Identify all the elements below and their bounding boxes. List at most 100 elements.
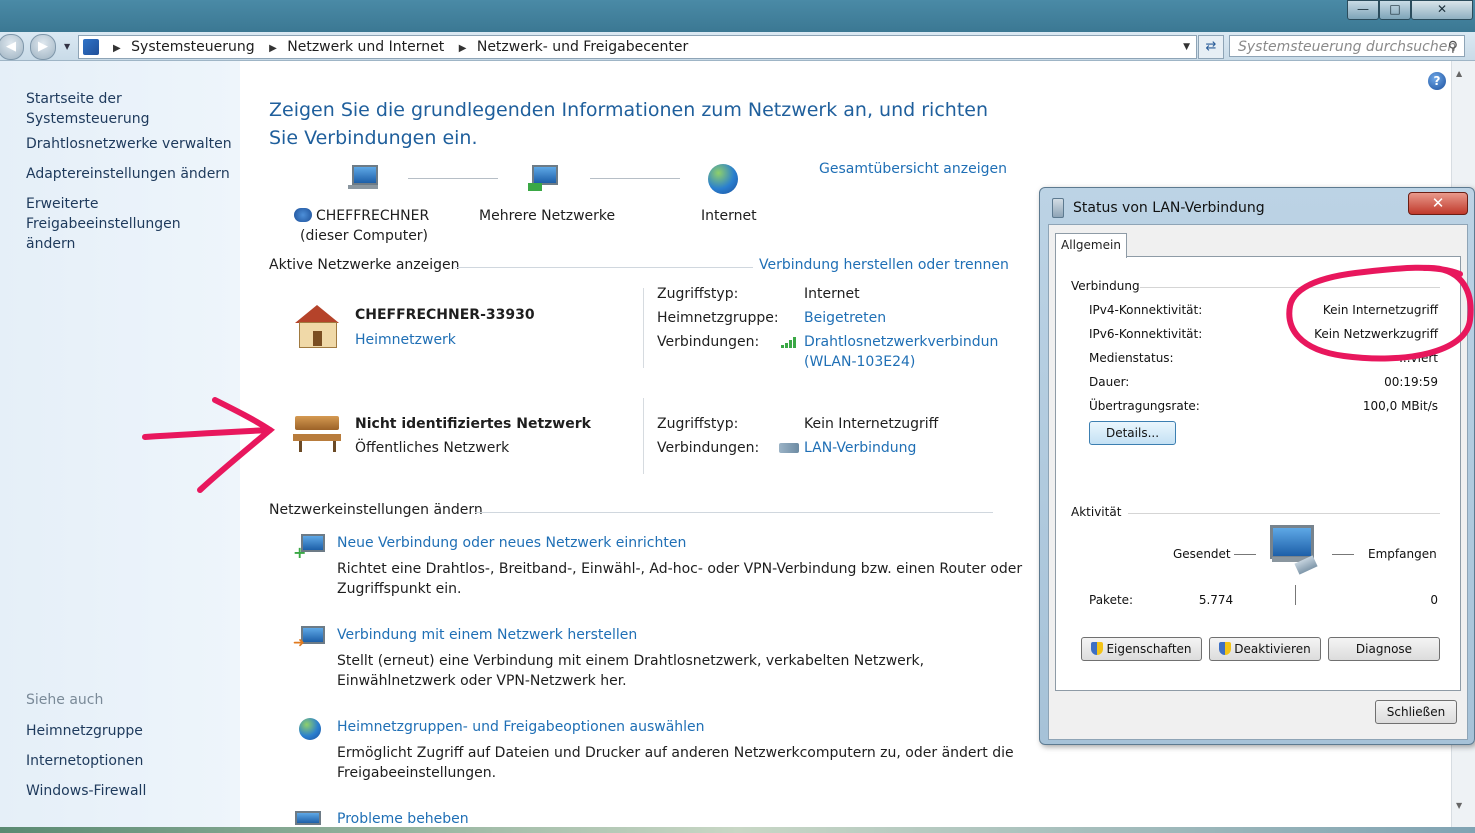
scroll-up-icon[interactable]: ▲ bbox=[1456, 69, 1462, 78]
breadcrumb-netzwerk-internet[interactable]: Netzwerk und Internet bbox=[287, 39, 444, 55]
active-networks-title: Aktive Netzwerke anzeigen bbox=[269, 257, 460, 273]
network1-type-link[interactable]: Heimnetzwerk bbox=[355, 332, 456, 348]
group-divider bbox=[1128, 513, 1440, 514]
task-new-connection-desc: Richtet eine Drahtlos-, Breitband-, Einw… bbox=[337, 561, 1023, 577]
task-homegroup-link[interactable]: Heimnetzgruppen- und Freigabeoptionen au… bbox=[337, 719, 705, 735]
wlan-connection-link[interactable]: Drahtlosnetzwerkverbindun bbox=[804, 334, 998, 350]
new-connection-icon: + bbox=[293, 532, 325, 561]
dialog-close-button[interactable]: ✕ bbox=[1408, 192, 1468, 215]
sidebar-item-startseite[interactable]: Startseite der Systemsteuerung bbox=[26, 89, 240, 129]
network1-access-label: Zugriffstyp: bbox=[657, 286, 739, 302]
breadcrumb-systemsteuerung[interactable]: Systemsteuerung bbox=[131, 39, 254, 55]
forward-arrow-icon: ▶ bbox=[38, 39, 48, 54]
properties-button[interactable]: Eigenschaften bbox=[1081, 637, 1202, 661]
refresh-button[interactable]: ⇄ bbox=[1198, 35, 1224, 59]
breadcrumb-freigabecenter[interactable]: Netzwerk- und Freigabecenter bbox=[477, 39, 688, 55]
annotation-circle-path bbox=[1286, 264, 1474, 362]
address-bar[interactable]: ▶ Systemsteuerung ▶ Netzwerk und Interne… bbox=[78, 35, 1197, 59]
task-troubleshoot-link[interactable]: Probleme beheben bbox=[337, 811, 469, 827]
diagnose-button[interactable]: Diagnose bbox=[1328, 637, 1440, 661]
maximize-icon: □ bbox=[1389, 2, 1401, 16]
network2-access-label: Zugriffstyp: bbox=[657, 416, 739, 432]
sidebar-item-freigabeeinstellungen[interactable]: Erweiterte Freigabeeinstellungen ändern bbox=[26, 194, 231, 254]
shield-icon bbox=[1219, 642, 1232, 655]
taskbar-edge bbox=[0, 827, 1475, 833]
network2-connections-label: Verbindungen: bbox=[657, 440, 760, 456]
history-dropdown-icon[interactable]: ▼ bbox=[64, 42, 70, 51]
multiple-networks-icon bbox=[528, 165, 560, 191]
window-titlebar: — □ ✕ bbox=[0, 0, 1475, 32]
vertical-divider bbox=[643, 288, 644, 368]
packets-divider bbox=[1295, 585, 1296, 605]
activity-group-title: Aktivität bbox=[1071, 505, 1122, 519]
dialog-title: Status von LAN-Verbindung bbox=[1073, 200, 1265, 216]
help-icon[interactable]: ? bbox=[1428, 72, 1446, 90]
map-connector bbox=[408, 178, 498, 179]
task-connect-network-link[interactable]: Verbindung mit einem Netzwerk herstellen bbox=[337, 627, 637, 643]
map-connector bbox=[590, 178, 680, 179]
search-input[interactable]: Systemsteuerung durchsuchen ⚲ bbox=[1229, 35, 1465, 57]
task-new-connection-link[interactable]: Neue Verbindung oder neues Netzwerk einr… bbox=[337, 535, 686, 551]
address-dropdown-icon[interactable]: ▼ bbox=[1183, 36, 1190, 58]
network1-homegroup-label: Heimnetzgruppe: bbox=[657, 310, 779, 326]
section-divider bbox=[475, 512, 993, 513]
map-computer-label[interactable]: CHEFFRECHNER bbox=[294, 208, 429, 224]
sidebar-item-internetoptionen[interactable]: Internetoptionen bbox=[26, 751, 143, 771]
scroll-down-icon[interactable]: ▼ bbox=[1456, 801, 1462, 810]
sidebar-item-adaptereinstellungen[interactable]: Adaptereinstellungen ändern bbox=[26, 164, 230, 184]
media-status-label: Medienstatus: bbox=[1089, 351, 1174, 365]
map-internet-label[interactable]: Internet bbox=[701, 208, 757, 224]
breadcrumb-separator-icon: ▶ bbox=[458, 43, 467, 54]
properties-button-label: Eigenschaften bbox=[1106, 642, 1192, 656]
forward-button[interactable]: ▶ bbox=[30, 34, 56, 60]
vertical-divider bbox=[643, 398, 644, 474]
disable-button[interactable]: Deaktivieren bbox=[1209, 637, 1321, 661]
homegroup-options-icon bbox=[293, 716, 323, 744]
transfer-rate-label: Übertragungsrate: bbox=[1089, 399, 1200, 413]
annotation-arrow-head bbox=[197, 397, 275, 493]
home-network-icon[interactable] bbox=[293, 305, 341, 349]
connect-disconnect-link[interactable]: Verbindung herstellen oder trennen bbox=[759, 257, 1009, 273]
network-activity-icon bbox=[1270, 523, 1318, 577]
received-line bbox=[1332, 554, 1354, 555]
sidebar-item-drahtlosnetzwerke[interactable]: Drahtlosnetzwerke verwalten bbox=[26, 134, 232, 154]
minimize-button[interactable]: — bbox=[1347, 0, 1379, 20]
map-middle-label[interactable]: Mehrere Netzwerke bbox=[479, 208, 615, 224]
details-button[interactable]: Details... bbox=[1089, 421, 1176, 445]
breadcrumb-separator-icon: ▶ bbox=[113, 43, 121, 54]
breadcrumb-separator-icon: ▶ bbox=[269, 43, 277, 54]
search-placeholder: Systemsteuerung durchsuchen bbox=[1238, 39, 1457, 55]
section-divider bbox=[455, 267, 753, 268]
minimize-icon: — bbox=[1357, 2, 1369, 16]
ipv4-label: IPv4-Konnektivität: bbox=[1089, 303, 1203, 317]
network1-access-value: Internet bbox=[804, 286, 860, 302]
sent-line bbox=[1234, 554, 1256, 555]
tab-allgemein[interactable]: Allgemein bbox=[1055, 233, 1127, 258]
refresh-icon: ⇄ bbox=[1205, 39, 1217, 54]
connect-network-icon: ➜ bbox=[293, 624, 325, 652]
settings-title: Netzwerkeinstellungen ändern bbox=[269, 502, 483, 518]
park-bench-icon[interactable] bbox=[293, 414, 343, 454]
task-homegroup-desc: Ermöglicht Zugriff auf Dateien und Druck… bbox=[337, 745, 1014, 761]
network2-type: Öffentliches Netzwerk bbox=[355, 440, 510, 456]
close-button[interactable]: ✕ bbox=[1411, 0, 1473, 20]
page-title: Zeigen Sie die grundlegenden Information… bbox=[269, 99, 988, 149]
back-arrow-icon: ◀ bbox=[6, 39, 16, 54]
annotation-arrow-path bbox=[142, 427, 273, 440]
computer-icon bbox=[348, 165, 380, 191]
sidebar-item-heimnetzgruppe[interactable]: Heimnetzgruppe bbox=[26, 721, 143, 741]
transfer-rate-value: 100,0 MBit/s bbox=[1362, 399, 1438, 413]
network1-name: CHEFFRECHNER-33930 bbox=[355, 307, 535, 323]
close-dialog-button[interactable]: Schließen bbox=[1375, 700, 1457, 724]
task-homegroup-desc: Freigabeeinstellungen. bbox=[337, 765, 497, 781]
maximize-button[interactable]: □ bbox=[1379, 0, 1411, 20]
wlan-ssid-link[interactable]: (WLAN-103E24) bbox=[804, 354, 915, 370]
search-icon: ⚲ bbox=[1447, 39, 1458, 55]
overview-link[interactable]: Gesamtübersicht anzeigen bbox=[819, 161, 1007, 177]
network2-name: Nicht identifiziertes Netzwerk bbox=[355, 416, 591, 432]
lan-connection-link[interactable]: LAN-Verbindung bbox=[804, 440, 916, 456]
network1-homegroup-link[interactable]: Beigetreten bbox=[804, 310, 886, 326]
computer-name: CHEFFRECHNER bbox=[316, 208, 430, 224]
back-button[interactable]: ◀ bbox=[0, 34, 24, 60]
sidebar-item-firewall[interactable]: Windows-Firewall bbox=[26, 781, 146, 801]
